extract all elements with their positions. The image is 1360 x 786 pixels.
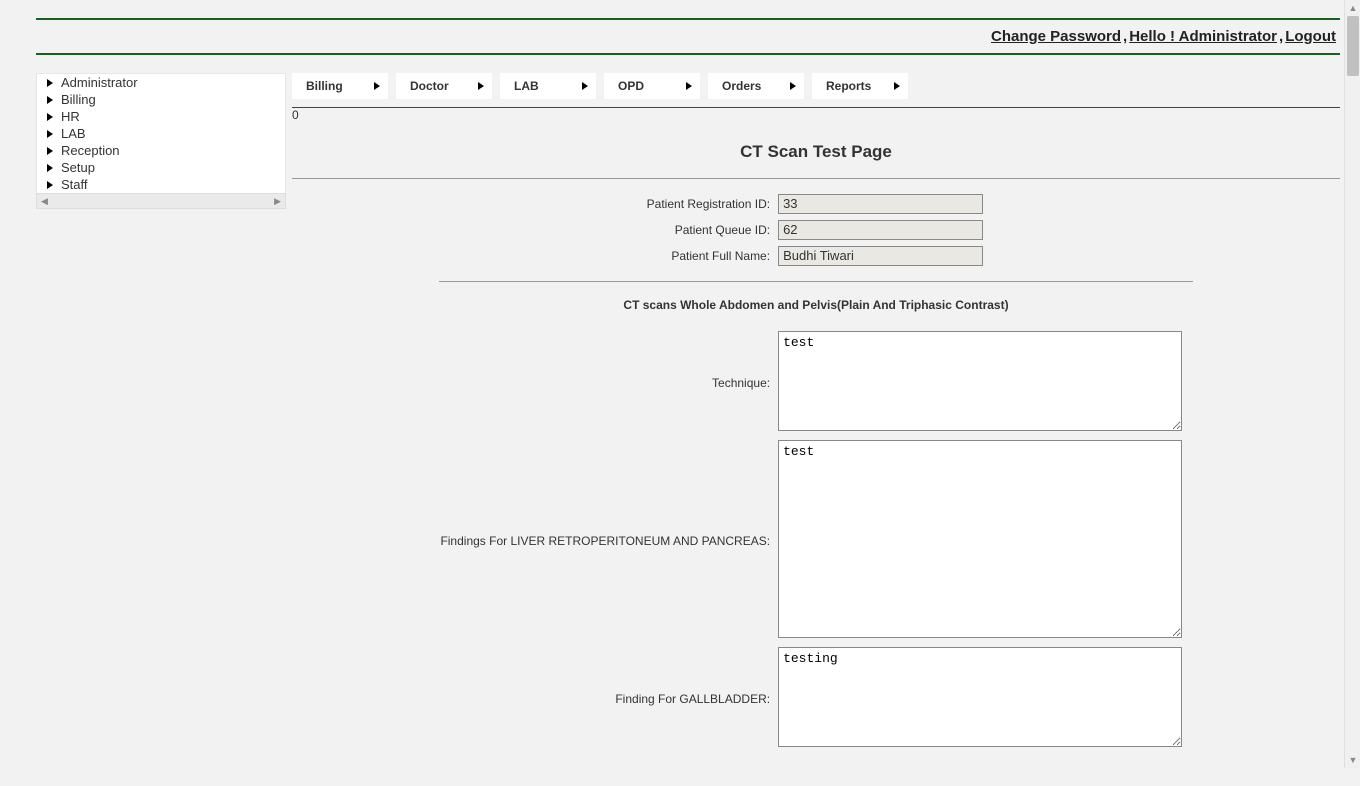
reg-id-value: 33 — [778, 194, 983, 214]
tab-opd[interactable]: OPD — [604, 73, 700, 99]
scroll-thumb[interactable] — [1347, 16, 1359, 76]
page-title: CT Scan Test Page — [292, 142, 1340, 162]
tab-reports[interactable]: Reports — [812, 73, 908, 99]
full-name-label: Patient Full Name: — [292, 243, 774, 269]
chevron-right-icon — [894, 82, 900, 90]
queue-id-value: 62 — [778, 220, 983, 240]
user-greeting-link[interactable]: Hello ! Administrator — [1129, 28, 1277, 45]
logout-link[interactable]: Logout — [1285, 28, 1336, 45]
tab-label: OPD — [618, 79, 644, 93]
tab-label: Billing — [306, 79, 343, 93]
chevron-right-icon — [47, 181, 53, 189]
tab-label: LAB — [514, 79, 539, 93]
scroll-down-icon[interactable]: ▼ — [1345, 752, 1360, 768]
findings-gall-textarea[interactable] — [778, 647, 1182, 747]
findings-liver-textarea[interactable] — [778, 440, 1182, 638]
sidebar-item-hr[interactable]: HR — [37, 108, 285, 125]
chevron-right-icon — [47, 164, 53, 172]
chevron-right-icon — [478, 82, 484, 90]
chevron-right-icon — [47, 96, 53, 104]
findings-gall-label: Finding For GALLBLADDER: — [292, 644, 774, 753]
sidebar-item-billing[interactable]: Billing — [37, 91, 285, 108]
sidebar-item-label: Reception — [61, 143, 120, 158]
sidebar-item-label: Billing — [61, 92, 96, 107]
sidebar-item-setup[interactable]: Setup — [37, 159, 285, 176]
sidebar-item-label: Staff — [61, 177, 88, 192]
scroll-left-icon[interactable]: ◀ — [41, 196, 48, 207]
sidebar: Administrator Billing HR LAB Reception — [36, 59, 286, 209]
patient-info-table: Patient Registration ID: 33 Patient Queu… — [292, 191, 1340, 269]
sidebar-scrollbar[interactable]: ◀ ▶ — [36, 193, 286, 209]
tab-label: Orders — [722, 79, 761, 93]
sidebar-item-reception[interactable]: Reception — [37, 142, 285, 159]
tab-doctor[interactable]: Doctor — [396, 73, 492, 99]
tab-label: Reports — [826, 79, 871, 93]
chevron-right-icon — [47, 130, 53, 138]
tab-lab[interactable]: LAB — [500, 73, 596, 99]
mid-divider — [36, 53, 1340, 55]
sidebar-item-staff[interactable]: Staff — [37, 176, 285, 193]
technique-label: Technique: — [292, 328, 774, 437]
sidebar-panel: Administrator Billing HR LAB Reception — [36, 73, 286, 193]
chevron-right-icon — [374, 82, 380, 90]
tab-billing[interactable]: Billing — [292, 73, 388, 99]
sidebar-item-label: LAB — [61, 126, 86, 141]
sidebar-item-label: HR — [61, 109, 80, 124]
findings-liver-label: Findings For LIVER RETROPERITONEUM AND P… — [292, 437, 774, 644]
technique-textarea[interactable] — [778, 331, 1182, 431]
window-scrollbar[interactable]: ▲ ▼ — [1344, 0, 1360, 768]
sidebar-item-lab[interactable]: LAB — [37, 125, 285, 142]
section-divider — [292, 178, 1340, 179]
tab-label: Doctor — [410, 79, 449, 93]
sidebar-item-label: Setup — [61, 160, 95, 175]
full-name-value: Budhi Tiwari — [778, 246, 983, 266]
scan-heading: CT scans Whole Abdomen and Pelvis(Plain … — [292, 298, 1340, 312]
chevron-right-icon — [582, 82, 588, 90]
scan-form-table: Technique: Findings For LIVER RETROPERIT… — [292, 328, 1340, 753]
tab-orders[interactable]: Orders — [708, 73, 804, 99]
chevron-right-icon — [47, 79, 53, 87]
sidebar-item-administrator[interactable]: Administrator — [37, 74, 285, 91]
scroll-up-icon[interactable]: ▲ — [1345, 0, 1360, 16]
scroll-right-icon[interactable]: ▶ — [274, 196, 281, 207]
stray-text: 0 — [292, 108, 1340, 122]
change-password-link[interactable]: Change Password — [991, 28, 1121, 45]
sidebar-item-label: Administrator — [61, 75, 138, 90]
tab-bar: Billing Doctor LAB OPD Orders — [292, 59, 1340, 107]
chevron-right-icon — [47, 113, 53, 121]
main-content: Billing Doctor LAB OPD Orders — [292, 59, 1340, 753]
reg-id-label: Patient Registration ID: — [292, 191, 774, 217]
chevron-right-icon — [686, 82, 692, 90]
topbar: Change Password, Hello ! Administrator ,… — [36, 20, 1340, 53]
chevron-right-icon — [790, 82, 796, 90]
chevron-right-icon — [47, 147, 53, 155]
inner-divider — [439, 281, 1194, 282]
queue-id-label: Patient Queue ID: — [292, 217, 774, 243]
